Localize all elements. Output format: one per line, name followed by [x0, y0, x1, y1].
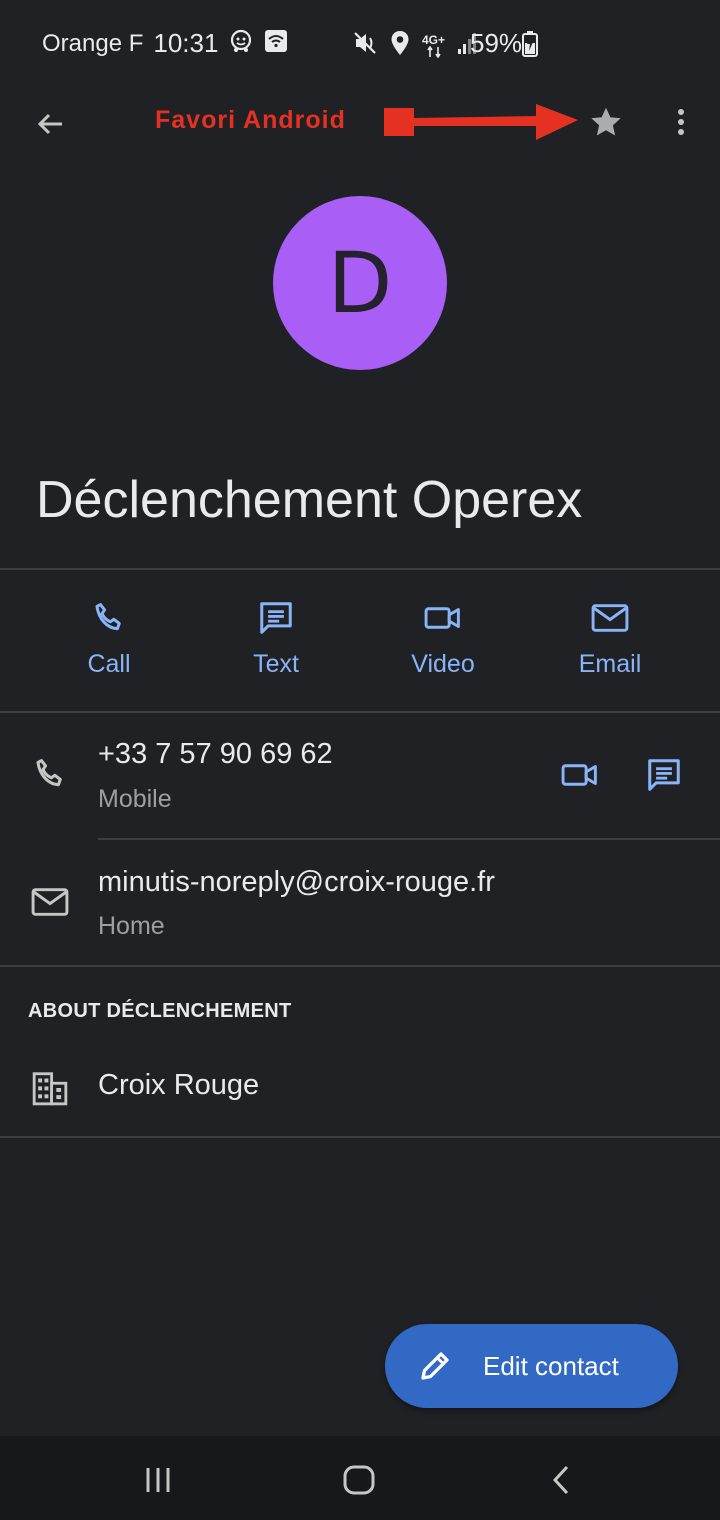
phone-type: Mobile [98, 785, 172, 813]
status-time: 10:31 [153, 28, 219, 58]
recent-apps-button[interactable] [128, 1456, 188, 1504]
business-icon [28, 1066, 72, 1110]
about-section-header: ABOUT DÉCLENCHEMENT [28, 1000, 292, 1022]
divider [0, 711, 720, 713]
email-type: Home [98, 912, 165, 940]
mail-icon [28, 880, 72, 924]
back-button[interactable] [26, 100, 74, 148]
waze-icon [228, 28, 254, 59]
call-action-button[interactable]: Call [39, 590, 179, 700]
annotation-arrow-icon [384, 104, 578, 140]
phone-icon [28, 752, 72, 796]
favorite-star-button[interactable] [582, 98, 630, 146]
contact-avatar: D [273, 196, 447, 370]
divider [0, 1136, 720, 1138]
video-action-button[interactable]: Video [373, 590, 513, 700]
carrier-name: Orange F [42, 29, 144, 57]
home-button[interactable] [329, 1456, 389, 1504]
app-bar: Favori Android [0, 88, 720, 158]
avatar-letter: D [327, 234, 393, 332]
send-message-button[interactable] [640, 751, 688, 799]
network-indicator: 4G+ [422, 34, 445, 58]
edit-contact-button[interactable]: Edit contact [385, 1324, 678, 1408]
divider [98, 838, 720, 840]
home-icon [343, 1465, 375, 1495]
network-type: 4G+ [422, 32, 446, 47]
edit-contact-label: Edit contact [483, 1350, 619, 1381]
wifi-box-icon [264, 29, 288, 58]
message-icon [648, 759, 680, 791]
status-left: Orange F 10:31 [42, 28, 288, 59]
text-action-button[interactable]: Text [206, 590, 346, 700]
video-action-label: Video [411, 650, 475, 678]
battery-icon [522, 31, 538, 62]
text-action-label: Text [253, 650, 299, 678]
star-icon [591, 107, 621, 136]
chevron-left-icon [552, 1465, 569, 1495]
contact-details-screen: Orange F 10:31 4G+ 59% Favori Android D … [0, 0, 720, 1520]
call-action-label: Call [87, 650, 131, 678]
contact-name: Déclenchement Operex [36, 471, 583, 529]
email-action-label: Email [578, 650, 642, 678]
videocam-icon [421, 596, 465, 640]
phone-number: +33 7 57 90 69 62 [98, 738, 333, 770]
message-icon [254, 596, 298, 640]
system-nav-bar [0, 1436, 720, 1520]
more-vert-icon [678, 109, 684, 135]
system-back-button[interactable] [531, 1456, 591, 1504]
divider [0, 965, 720, 967]
battery-percent: 59% [470, 28, 523, 58]
email-address: minutis-noreply@croix-rouge.fr [98, 866, 495, 898]
company-name: Croix Rouge [98, 1069, 260, 1101]
mail-icon [588, 596, 632, 640]
annotation-label: Favori Android [155, 106, 346, 134]
recents-icon [146, 1468, 170, 1492]
arrow-back-icon [37, 113, 62, 135]
video-call-button[interactable] [556, 751, 604, 799]
quick-actions: Call Text Video Email [0, 590, 720, 700]
more-options-button[interactable] [657, 98, 705, 146]
status-bar: Orange F 10:31 4G+ 59% [0, 0, 720, 88]
email-action-button[interactable]: Email [540, 590, 680, 700]
mute-icon [352, 30, 378, 61]
location-icon [390, 30, 410, 61]
edit-pencil-icon [415, 1346, 455, 1386]
phone-icon [87, 596, 131, 640]
divider [0, 568, 720, 570]
videocam-icon [561, 764, 597, 786]
